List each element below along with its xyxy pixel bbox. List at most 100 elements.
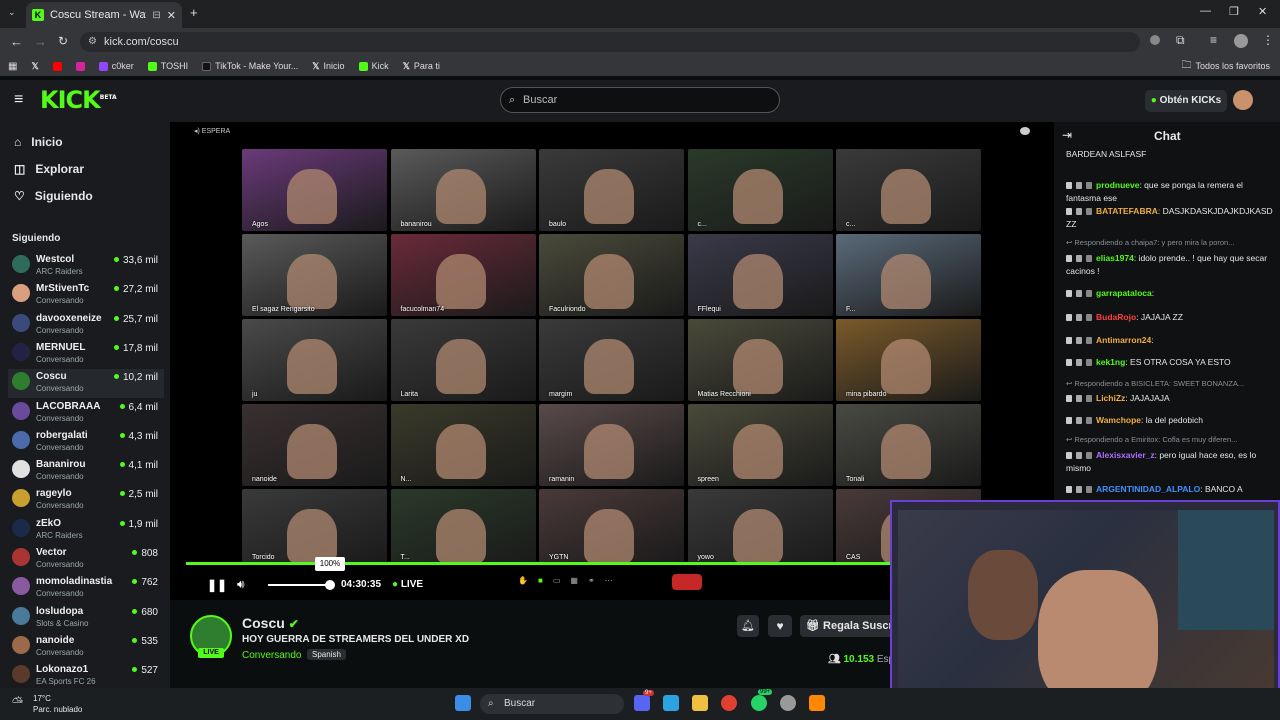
address-bar[interactable]: ⚙ kick.com/coscu <box>80 32 1140 52</box>
following-item[interactable]: nanoide Conversando 535 <box>8 633 164 662</box>
restore-icon[interactable]: ❐ <box>1229 5 1239 18</box>
browser-menu-icon[interactable]: ⋮ <box>1262 33 1274 47</box>
end-call-button[interactable] <box>672 574 702 590</box>
participant-tile[interactable]: bananirou <box>390 149 536 231</box>
grid-view-icon[interactable]: ▦ <box>570 576 578 590</box>
following-item[interactable]: zEkO ARC Raiders 1,9 mil <box>8 516 164 545</box>
instagram-bookmark-icon[interactable] <box>75 61 85 71</box>
camera-icon[interactable]: ■ <box>538 576 543 590</box>
apps-grid-icon[interactable]: ▦ <box>8 61 17 72</box>
browser-tab[interactable]: K Coscu Stream - Watch Live ⊟ ✕ <box>26 2 182 28</box>
following-item[interactable]: Lokonazo1 EA Sports FC 26 527 <box>8 662 164 691</box>
whatsapp-icon[interactable]: 99+ <box>751 689 773 711</box>
more-options-icon[interactable]: ⋯ <box>605 576 613 590</box>
discord-icon[interactable]: 9+ <box>634 690 654 711</box>
chat-message[interactable]: BARDEAN ASLFASF <box>1066 148 1274 161</box>
telegram-icon[interactable] <box>663 695 679 711</box>
chat-message[interactable]: garrapataloca: <box>1066 287 1274 300</box>
youtube-bookmark-icon[interactable] <box>52 61 62 71</box>
chat-username[interactable]: prodnueve <box>1096 180 1139 190</box>
volume-icon[interactable]: 🔊︎ <box>237 577 245 592</box>
participant-tile[interactable]: F... <box>836 234 981 316</box>
participant-tile[interactable]: N... <box>390 404 536 486</box>
all-bookmarks[interactable]: 🗀 Todos los favoritos <box>1181 58 1270 75</box>
participant-tile[interactable]: T... <box>390 489 536 564</box>
weather-widget[interactable]: 17°C Parc. nublado <box>33 693 82 715</box>
screen-share-icon[interactable]: ▭ <box>553 576 561 590</box>
gift-subscription-button[interactable]: 🎁︎ Regala Suscri <box>800 615 890 637</box>
participant-tile[interactable]: YGTN <box>539 489 684 564</box>
bookmark-toshi[interactable]: TOSHI <box>147 61 188 71</box>
participant-tile[interactable]: Agos <box>242 149 387 231</box>
participant-tile[interactable]: Torcido <box>242 489 387 564</box>
live-indicator[interactable]: ● LIVE <box>392 579 423 590</box>
stream-category[interactable]: Conversando <box>242 650 301 661</box>
participant-tile[interactable]: FFlequi <box>687 234 833 316</box>
following-item[interactable]: Bananirou Conversando 4,1 mil <box>8 457 164 486</box>
mic-icon[interactable]: ✋ <box>518 576 528 590</box>
bookmark-c0ker[interactable]: c0ker <box>98 61 134 71</box>
chat-username[interactable]: Wamchope <box>1096 415 1141 425</box>
get-kicks-button[interactable]: ● Obtén KICKs <box>1145 90 1227 112</box>
bookmark-tiktok[interactable]: TikTok - Make Your... <box>202 61 298 71</box>
chat-reply-context[interactable]: ↩ Respondiendo a BISICLETA: SWEET BONANZ… <box>1066 379 1274 388</box>
participant-tile[interactable]: ramanin <box>539 404 684 486</box>
chrome-icon[interactable] <box>721 695 737 711</box>
file-explorer-icon[interactable] <box>692 695 708 711</box>
collapse-chat-icon[interactable]: ⇥ <box>1062 128 1072 142</box>
following-item[interactable]: losludopa Slots & Casino 680 <box>8 604 164 633</box>
chat-message[interactable]: prodnueve: que se ponga la remera el fan… <box>1066 179 1274 205</box>
following-item[interactable]: LACOBRAAA Conversando 6,4 mil <box>8 399 164 428</box>
following-item[interactable]: robergalati Conversando 4,3 mil <box>8 428 164 457</box>
chat-username[interactable]: Alexisxavier_z <box>1096 450 1155 460</box>
following-item[interactable]: Coscu Conversando 10,2 mil <box>8 369 164 399</box>
x-bookmark-icon[interactable]: 𝕏 <box>31 61 38 72</box>
chat-reply-context[interactable]: ↩ Respondiendo a Emiritox: Cofla es muy … <box>1066 435 1274 444</box>
bookmark-kick[interactable]: Kick <box>358 61 389 71</box>
chat-username[interactable]: elias1974 <box>1096 253 1134 263</box>
search-input[interactable]: ⌕ Buscar <box>500 87 780 113</box>
forward-icon[interactable]: → <box>34 34 47 49</box>
vlc-icon[interactable] <box>809 695 825 711</box>
chat-message[interactable]: ARGENTINIDAD_ALPALO: BANCO A <box>1066 483 1274 496</box>
participant-tile[interactable]: Matias Recchioni <box>687 319 833 401</box>
following-item[interactable]: Westcol ARC Raiders 33,6 mil <box>8 252 164 281</box>
participant-tile[interactable]: ju <box>242 319 387 401</box>
link-icon[interactable]: ⚭ <box>588 576 595 590</box>
chat-username[interactable]: Antimarron24 <box>1096 335 1151 345</box>
tab-close-icon[interactable]: ✕ <box>167 9 176 22</box>
participant-tile[interactable]: nanoide <box>242 404 387 486</box>
bookmark-inicio[interactable]: 𝕏 Inicio <box>312 61 344 72</box>
chat-message[interactable]: elias1974: idolo prende.. ! que hay que … <box>1066 252 1274 278</box>
hamburger-menu-icon[interactable]: ≡ <box>14 91 23 109</box>
minimize-icon[interactable]: — <box>1200 5 1211 17</box>
participant-tile[interactable]: Tonali <box>836 404 981 486</box>
participant-tile[interactable]: Faculriondo <box>539 234 684 316</box>
following-item[interactable]: momoladinastia Conversando 762 <box>8 574 164 603</box>
bookmark-para-ti[interactable]: 𝕏 Para ti <box>403 61 440 72</box>
participant-tile[interactable]: spreen <box>687 404 833 486</box>
chat-message[interactable]: kek1ng: ES OTRA COSA YA ESTO <box>1066 356 1274 369</box>
nav-inicio[interactable]: ⌂ Inicio <box>14 135 63 149</box>
participant-tile[interactable]: c... <box>687 149 833 231</box>
participant-tile[interactable]: facucolman74 <box>390 234 536 316</box>
extensions-puzzle-icon[interactable]: ⧉ <box>1176 33 1185 48</box>
participant-tile[interactable]: Larita <box>390 319 536 401</box>
following-item[interactable]: rageylo Conversando 2,5 mil <box>8 486 164 515</box>
following-item[interactable]: davooxeneize Conversando 25,7 mil <box>8 311 164 340</box>
chat-username[interactable]: LichiZz <box>1096 393 1125 403</box>
new-tab-icon[interactable]: + <box>190 5 198 20</box>
participant-tile[interactable]: El sagaz Rengarsito <box>242 234 387 316</box>
extension-icon[interactable] <box>1150 35 1160 45</box>
windows-start-icon[interactable] <box>455 695 471 711</box>
chat-message[interactable]: Alexisxavier_z: pero igual hace eso, es … <box>1066 449 1274 475</box>
participant-tile[interactable]: c... <box>836 149 981 231</box>
pause-icon[interactable]: ❚❚ <box>207 578 227 592</box>
participant-tile[interactable]: baulo <box>539 149 684 231</box>
follow-heart-icon[interactable]: ♥ <box>768 615 792 637</box>
site-info-icon[interactable]: ⚙ <box>88 32 97 52</box>
chat-username[interactable]: BudaRojo <box>1096 312 1136 322</box>
nav-explorar[interactable]: ◫ Explorar <box>14 162 84 176</box>
chat-message[interactable]: BATATEFABRA: DASJKDASKJDAJKDJKASD ZZ <box>1066 205 1274 231</box>
notification-bell-icon[interactable]: 🔔︎ <box>737 615 759 637</box>
